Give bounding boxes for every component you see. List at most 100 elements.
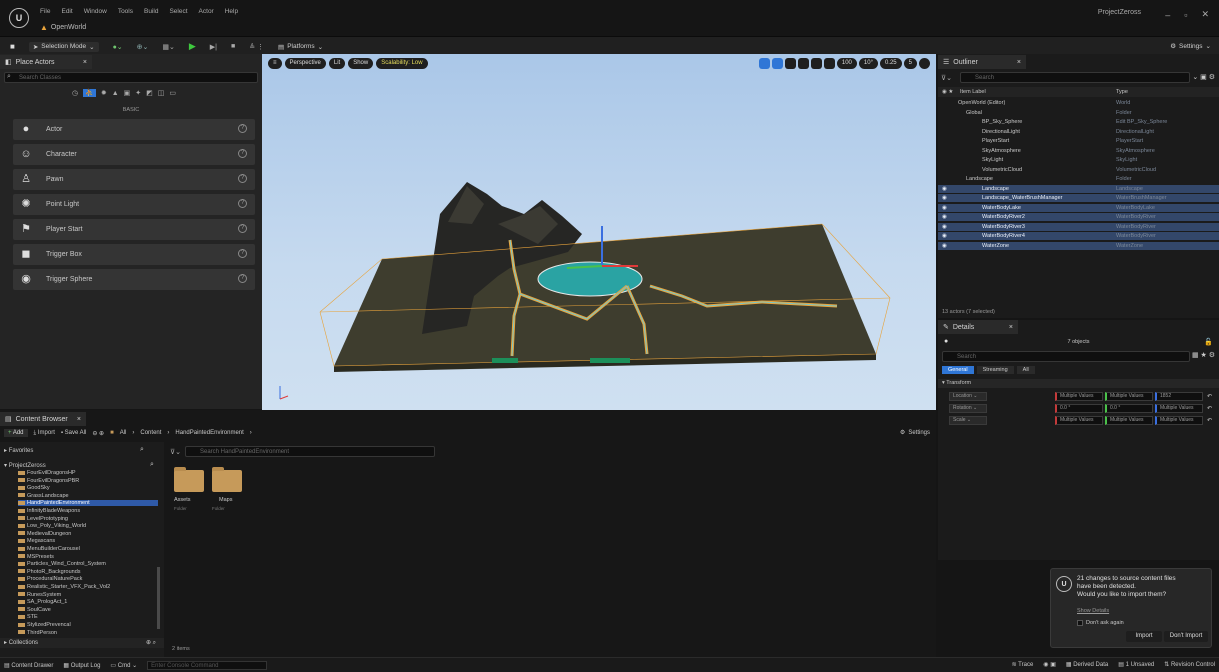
- outliner-row[interactable]: DirectionalLight DirectionalLight: [938, 128, 1219, 136]
- menu-window[interactable]: Window: [84, 8, 107, 15]
- place-actor-item[interactable]: ☺ Character?: [13, 144, 255, 165]
- cmd-button[interactable]: ▭ Cmd ⌄: [110, 662, 137, 669]
- show-details-link[interactable]: Show Details: [1077, 608, 1109, 614]
- console-input[interactable]: Enter Console Command: [147, 661, 268, 670]
- menu-help[interactable]: Help: [225, 8, 238, 15]
- cb-settings-button[interactable]: ⚙ Settings: [900, 429, 930, 437]
- tree-scrollbar[interactable]: [157, 567, 160, 629]
- menu-actor[interactable]: Actor: [199, 8, 214, 15]
- filter-icon[interactable]: ⊽⌄: [941, 74, 952, 82]
- menu-build[interactable]: Build: [144, 8, 158, 15]
- transform-mode-dropdown[interactable]: Scale ⌄: [949, 416, 987, 425]
- outliner-tab[interactable]: ☰ Outliner ×: [938, 55, 1026, 69]
- content-drawer-button[interactable]: ▤ Content Drawer: [4, 662, 53, 669]
- menu-select[interactable]: Select: [169, 8, 187, 15]
- trace-button[interactable]: ≋ Trace: [1012, 661, 1034, 668]
- help-icon[interactable]: ?: [238, 249, 247, 258]
- collections-header[interactable]: ▸ Collections ⊕ ⌕: [0, 638, 164, 648]
- visibility-eye-icon[interactable]: ◉: [942, 213, 947, 221]
- visibility-eye-icon[interactable]: ◉: [942, 223, 947, 231]
- folder-tree-item[interactable]: SA_PrologAct_1: [18, 599, 67, 605]
- cinematic-icon[interactable]: ▣: [124, 89, 131, 97]
- folder-tree-item[interactable]: FourEvilDragonsHP: [18, 470, 76, 476]
- geometry-icon[interactable]: ◩: [146, 89, 153, 97]
- outliner-row[interactable]: SkyAtmosphere SkyAtmosphere: [938, 147, 1219, 155]
- breadcrumb-handpainted[interactable]: HandPaintedEnvironment: [175, 430, 243, 436]
- breadcrumb-all[interactable]: All: [120, 430, 127, 436]
- visibility-eye-icon[interactable]: ◉: [942, 194, 947, 202]
- value-x-field[interactable]: Multiple Values: [1055, 392, 1103, 401]
- item-label-header[interactable]: Item Label: [960, 89, 986, 95]
- revision-control-button[interactable]: ⇅ Revision Control: [1164, 661, 1215, 668]
- recent-icon[interactable]: ◷: [72, 89, 78, 97]
- all-classes-icon[interactable]: ▭: [169, 89, 176, 97]
- folder-tree-item[interactable]: MedievalDungeon: [18, 531, 71, 537]
- outliner-row[interactable]: ◉ WaterZone WaterZone: [938, 241, 1219, 250]
- import-button[interactable]: Import: [1126, 631, 1162, 642]
- type-header[interactable]: Type: [1116, 89, 1128, 95]
- transform-section[interactable]: ▾ Transform: [938, 379, 1219, 388]
- close-icon[interactable]: ×: [1009, 324, 1013, 331]
- lights-icon[interactable]: ✹: [101, 89, 107, 97]
- folder-tree-item[interactable]: ProceduralNaturePack: [18, 576, 82, 582]
- folder-tree-item[interactable]: FourEvilDragonsPBR: [18, 478, 79, 484]
- folder-tree-item[interactable]: GrassLandscape: [18, 493, 69, 499]
- visibility-eye-icon[interactable]: ◉: [942, 242, 947, 250]
- reset-icon[interactable]: ↶: [1207, 393, 1212, 400]
- dont-ask-checkbox[interactable]: Don't ask again: [1077, 620, 1124, 626]
- value-x-field[interactable]: 0.0 °: [1055, 404, 1103, 413]
- save-all-button[interactable]: ▪ Save All: [61, 430, 86, 436]
- folder-tree-item[interactable]: GoodSky: [18, 485, 50, 491]
- place-actor-item[interactable]: ◉ Trigger Sphere?: [13, 269, 255, 290]
- visibility-eye-icon[interactable]: ◉: [942, 185, 947, 193]
- filter-icon[interactable]: ⊽⌄: [170, 448, 181, 456]
- unsaved-button[interactable]: ▤ 1 Unsaved: [1118, 661, 1154, 668]
- outliner-row[interactable]: VolumetricCloud VolumetricCloud: [938, 166, 1219, 174]
- folder-tree-item[interactable]: SoulCave: [18, 607, 51, 613]
- outliner-row[interactable]: OpenWorld (Editor) World: [938, 99, 1219, 107]
- help-icon[interactable]: ?: [238, 274, 247, 283]
- maximize-icon[interactable]: ▫: [1184, 10, 1187, 20]
- folder-tree-item[interactable]: ThirdPerson: [18, 630, 57, 636]
- details-tab[interactable]: ✎ Details ×: [938, 320, 1018, 334]
- reset-icon[interactable]: ↶: [1207, 417, 1212, 424]
- outliner-row[interactable]: PlayerStart PlayerStart: [938, 137, 1219, 145]
- menu-edit[interactable]: Edit: [61, 8, 72, 15]
- output-log-button[interactable]: ▦ Output Log: [63, 662, 100, 669]
- place-actor-item[interactable]: ✺ Point Light?: [13, 194, 255, 215]
- visibility-eye-icon[interactable]: ◉: [942, 204, 947, 212]
- outliner-options-icon[interactable]: ⌄ ▣ ⚙: [1192, 73, 1215, 81]
- level-viewport[interactable]: ≡ Perspective Lit Show Scalability: Low …: [262, 54, 936, 410]
- lock-icon[interactable]: 🔓: [1204, 338, 1213, 346]
- place-actor-item[interactable]: ◼ Trigger Box?: [13, 244, 255, 265]
- close-icon[interactable]: ×: [83, 59, 87, 66]
- place-actor-item[interactable]: ● Actor?: [13, 119, 255, 140]
- outliner-row[interactable]: ◉ Landscape Landscape: [938, 184, 1219, 193]
- place-actor-item[interactable]: ♙ Pawn?: [13, 169, 255, 190]
- search-icon[interactable]: ⌕: [140, 446, 144, 454]
- outliner-row[interactable]: BP_Sky_Sphere Edit BP_Sky_Sphere: [938, 118, 1219, 126]
- cinematics-icon[interactable]: ▦⌄: [162, 43, 174, 51]
- outliner-row[interactable]: SkyLight SkyLight: [938, 156, 1219, 164]
- folder-tree-item[interactable]: LevelPrototyping: [18, 516, 68, 522]
- folder-tree-item[interactable]: InfinityBladeWeapons: [18, 508, 80, 514]
- outliner-row[interactable]: ◉ Landscape_WaterBrushManager WaterBrushMa…: [938, 194, 1219, 202]
- settings-button[interactable]: ⚙ Settings ⌄: [1170, 42, 1211, 51]
- folder-tree-item[interactable]: Low_Poly_Viking_World: [18, 523, 86, 529]
- platforms-button[interactable]: ▤ Platforms ⌄: [278, 43, 323, 51]
- eject-icon[interactable]: ≜ ⋮: [249, 43, 264, 51]
- value-z-field[interactable]: Multiple Values: [1155, 416, 1203, 425]
- value-y-field[interactable]: Multiple Values: [1105, 416, 1153, 425]
- volumes-icon[interactable]: ◫: [158, 89, 165, 97]
- filter-general[interactable]: General: [942, 366, 974, 374]
- filter-all[interactable]: All: [1016, 366, 1035, 374]
- value-z-field[interactable]: 1852: [1155, 392, 1203, 401]
- value-y-field[interactable]: 0.0 °: [1105, 404, 1153, 413]
- reset-icon[interactable]: ↶: [1207, 405, 1212, 412]
- transform-mode-dropdown[interactable]: Location ⌄: [949, 392, 987, 401]
- add-button[interactable]: + Add: [4, 429, 28, 437]
- menu-tools[interactable]: Tools: [118, 8, 133, 15]
- close-icon[interactable]: ×: [77, 416, 81, 423]
- details-options-icon[interactable]: ▦ ★ ⚙: [1192, 351, 1215, 359]
- close-icon[interactable]: ✕: [1201, 9, 1209, 20]
